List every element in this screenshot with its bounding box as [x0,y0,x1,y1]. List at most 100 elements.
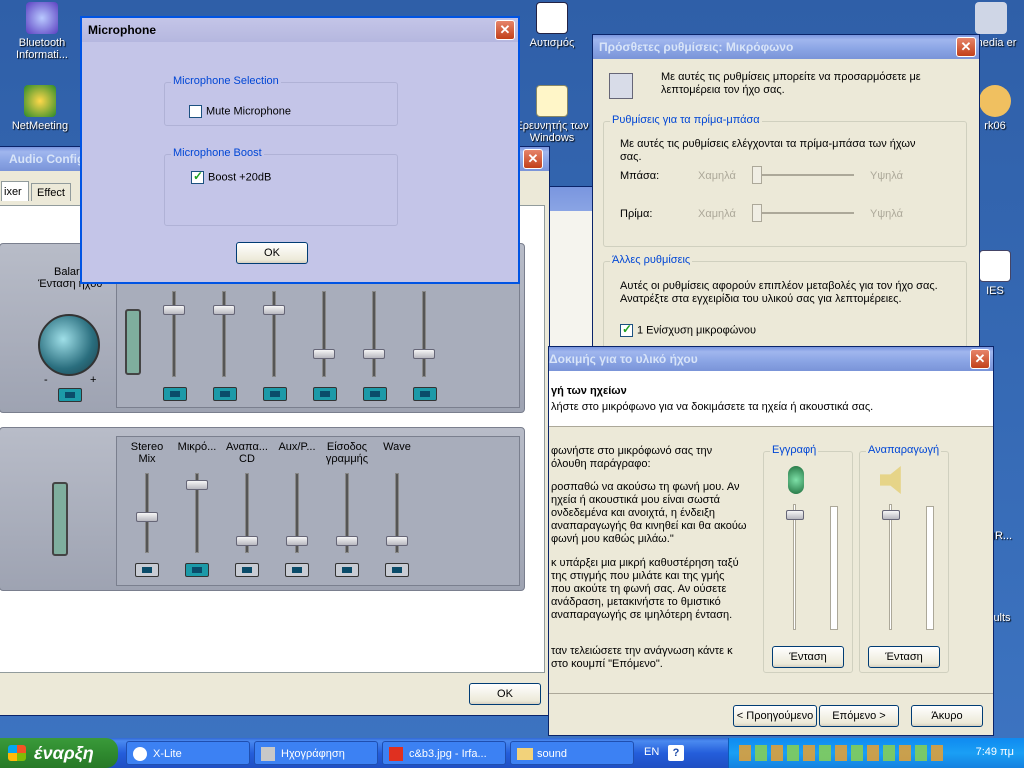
bass-label: Μπάσα: [620,170,660,182]
recording-channel-slider[interactable] [232,473,262,553]
windows-logo-icon [8,745,26,761]
recording-channel-label: Stereo Mix [130,441,164,465]
playback-slider-3[interactable] [259,291,289,377]
slider-thumb[interactable] [136,512,158,522]
playback-slider-4[interactable] [309,291,339,377]
close-icon[interactable]: ✕ [523,149,543,169]
xlite-icon [133,747,147,761]
playback-mute-5[interactable] [363,387,387,401]
playback-slider-2[interactable] [209,291,239,377]
taskbar-button-irfanview[interactable]: c&b3.jpg - Irfa... [382,741,506,765]
recording-channel-label: Αναπα... CD [226,441,268,465]
boost-20db-checkbox[interactable]: Boost +20dB [191,169,272,184]
advanced-settings-titlebar: Πρόσθετες ρυθμίσεις: Μικρόφωνο ✕ [593,35,979,59]
playback-mute-3[interactable] [263,387,287,401]
desktop-icon-netmeeting[interactable]: NetMeeting [2,85,78,132]
mic-boost-label: 1 Ενίσχυση μικροφώνου [637,324,757,337]
cancel-button[interactable]: Άκυρο [911,705,983,727]
desktop-icon-autism-doc[interactable]: Αυτισμός [514,2,590,49]
recording-channel-slider[interactable] [382,473,412,553]
close-icon[interactable]: ✕ [495,20,515,40]
taskbar-button-recording[interactable]: Ηχογράφηση [254,741,378,765]
other-settings-label: Άλλες ρυθμίσεις [610,254,693,266]
advanced-settings-title: Πρόσθετες ρυθμίσεις: Μικρόφωνο [599,40,794,54]
slider-thumb[interactable] [236,536,258,546]
playback-volume-slider[interactable] [876,504,906,630]
record-group: Εγγραφή Ένταση [763,444,853,673]
microphone-ok-button[interactable]: OK [236,242,308,264]
recording-channel-slider[interactable] [132,473,162,553]
balance-label: Balar [54,266,80,278]
search-icon [536,85,568,117]
recording-channel-slider[interactable] [332,473,362,553]
recording-channel-mute[interactable] [135,563,159,577]
recording-channel-label: Wave [383,441,411,453]
recording-channel-slider[interactable] [282,473,312,553]
boost-20db-box [191,169,204,184]
taskbar: έναρξη X-Lite Ηχογράφηση c&b3.jpg - Irfa… [0,738,1024,768]
playback-mute-2[interactable] [213,387,237,401]
audio-config-ok-button[interactable]: OK [469,683,541,705]
treble-slider[interactable] [754,212,854,214]
playback-volume-button[interactable]: Ένταση [868,646,940,668]
slider-thumb[interactable] [186,480,208,490]
bass-low-label: Χαμηλά [698,170,736,182]
master-mute-button[interactable] [58,388,82,402]
close-icon[interactable]: ✕ [956,37,976,57]
wizard-subheading: λήστε στο μικρόφωνο για να δοκιμάσετε τα… [551,401,874,413]
playback-mute-6[interactable] [413,387,437,401]
playback-mute-1[interactable] [163,387,187,401]
bass-slider-thumb[interactable] [752,166,762,184]
record-volume-button[interactable]: Ένταση [772,646,844,668]
taskbar-button-xlite[interactable]: X-Lite [126,741,250,765]
playback-level-meter [926,506,934,630]
recording-channel-mute[interactable] [235,563,259,577]
playback-slider-6[interactable] [409,291,439,377]
close-icon[interactable]: ✕ [970,349,990,369]
wizard-title: Δοκιμής για το υλικό ήχου [549,352,698,366]
boost-20db-label: Boost +20dB [208,171,272,184]
playback-label: Αναπαραγωγή [866,444,942,456]
record-volume-thumb[interactable] [786,510,804,520]
background-window [548,186,598,366]
mute-microphone-checkbox[interactable]: Mute Microphone [189,105,291,118]
background-window-titlebar [549,187,597,211]
tab-effect[interactable]: Effect [31,183,71,201]
wizard-instructions-4: ταν τελειώσετε την ανάγνωση κάντε κ στο … [551,645,733,670]
tab-mixer[interactable]: ixer [1,181,29,201]
master-volume-knob[interactable] [38,314,100,376]
recording-panel: Stereo Mix Μικρό... Αναπα... CD Aux/P... Είσ… [0,427,525,591]
record-level-meter [830,506,838,630]
record-volume-slider[interactable] [780,504,810,630]
slider-thumb[interactable] [386,536,408,546]
playback-slider-1[interactable] [159,291,189,377]
taskbar-label-recording: Ηχογράφηση [281,748,345,760]
desktop-icon-bluetooth[interactable]: Bluetooth Informati... [4,2,80,61]
microphone-boost-group: Microphone Boost Boost +20dB [164,147,398,226]
recording-channel-mute[interactable] [185,563,209,577]
recording-channel-mute[interactable] [335,563,359,577]
clock[interactable]: 7:49 πμ [976,746,1014,758]
start-label: έναρξη [34,743,94,763]
desktop-icon-windows-explorer[interactable]: Ερευνητής των Windows [514,85,590,144]
recording-channel-mute[interactable] [285,563,309,577]
playback-group: Αναπαραγωγή Ένταση [859,444,949,673]
language-indicator[interactable]: EN [644,746,659,758]
start-button[interactable]: έναρξη [0,738,118,768]
recording-channel-label: Μικρό... [177,441,217,453]
recording-channel-mute[interactable] [385,563,409,577]
slider-thumb[interactable] [286,536,308,546]
back-button[interactable]: < Προηγούμενο [733,705,817,727]
taskbar-button-sound[interactable]: sound [510,741,634,765]
volume-minus-label: - [44,374,48,386]
playback-volume-thumb[interactable] [882,510,900,520]
bass-slider[interactable] [754,174,854,176]
treble-slider-thumb[interactable] [752,204,762,222]
next-button[interactable]: Επόμενο > [819,705,899,727]
playback-mute-4[interactable] [313,387,337,401]
mic-boost-checkbox[interactable]: 1 Ενίσχυση μικροφώνου [620,322,757,337]
playback-slider-5[interactable] [359,291,389,377]
help-icon[interactable]: ? [668,745,684,761]
slider-thumb[interactable] [336,536,358,546]
recording-channel-slider[interactable] [182,473,212,553]
